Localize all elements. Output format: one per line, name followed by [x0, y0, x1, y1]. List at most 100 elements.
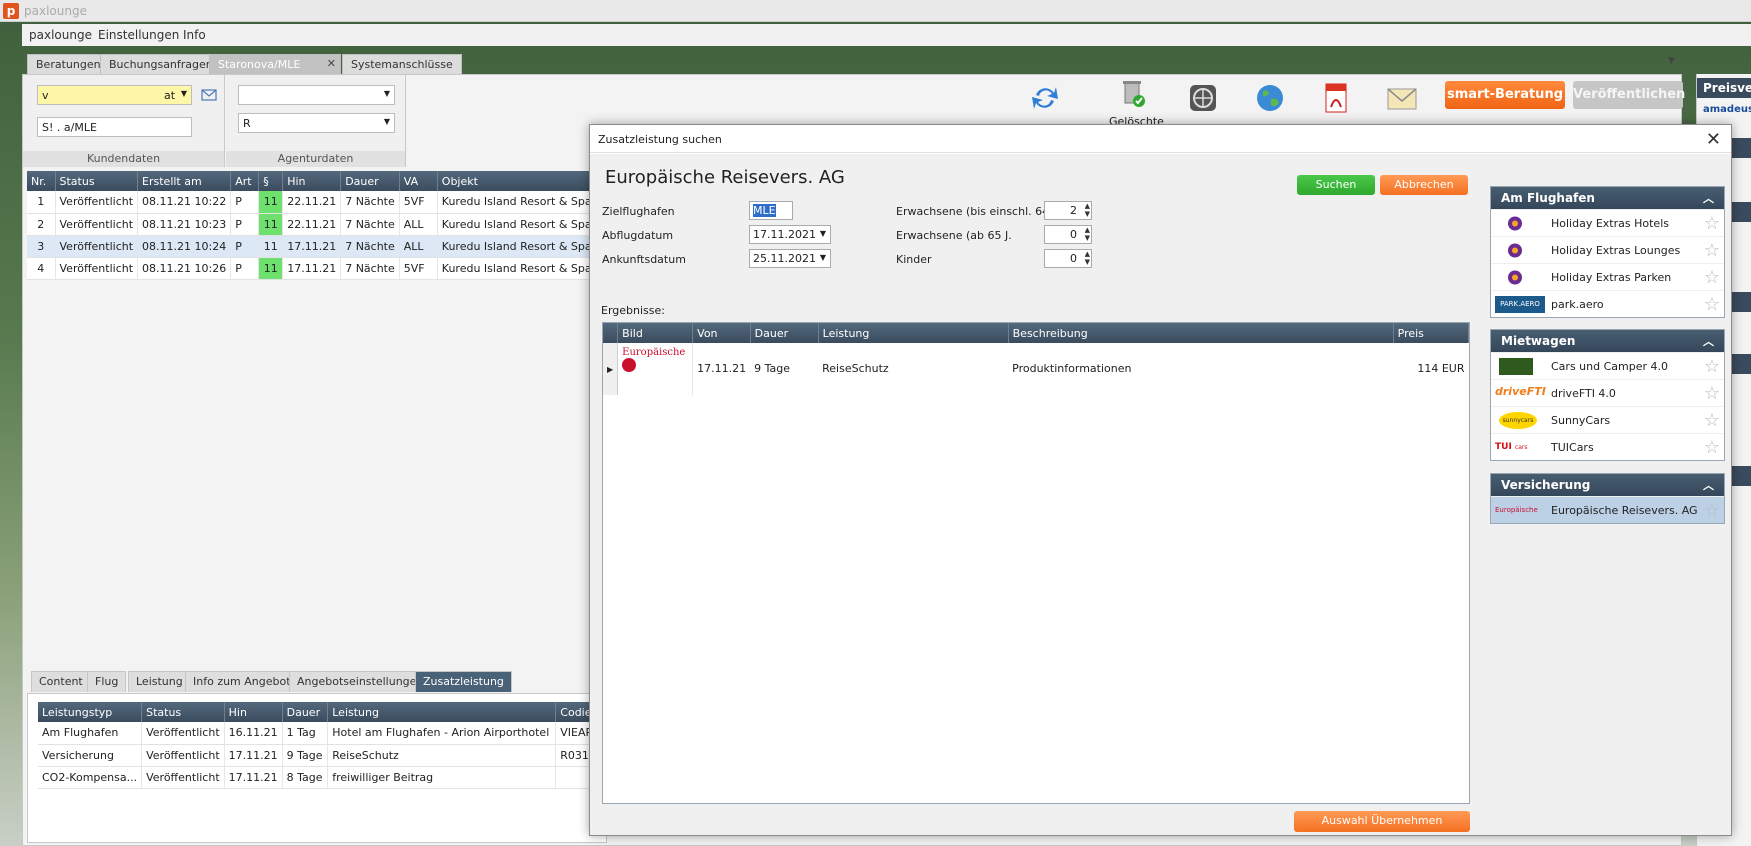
table-cell: 7 Nächte	[340, 213, 400, 236]
tab-buchungsanfragen[interactable]: Buchungsanfragen	[100, 54, 222, 74]
provider-holiday-hotels[interactable]: Holiday Extras Hotels ☆	[1491, 209, 1724, 236]
result-beschreibung[interactable]: Produktinformationen	[1008, 343, 1393, 395]
stepper-arrows-icon[interactable]: ▲ ▼	[1085, 250, 1090, 266]
recycle-bin-icon[interactable]	[1115, 77, 1149, 111]
col-b-dauer[interactable]: Dauer	[282, 702, 329, 722]
table-row[interactable]: Am Flughafen Veröffentlicht 16.11.21 1 Tag H…	[38, 722, 608, 745]
category-header[interactable]: Versicherung ︿	[1491, 474, 1724, 496]
category-header[interactable]: Mietwagen ︿	[1491, 330, 1724, 352]
table-row[interactable]: 1 Veröffentlicht 08.11.21 10:22 P 11 22.11.21…	[27, 191, 618, 214]
search-button[interactable]: Suchen	[1297, 175, 1375, 195]
star-icon[interactable]: ☆	[1704, 410, 1720, 431]
col-status[interactable]: Status	[55, 171, 139, 191]
agency-combo-2[interactable]: R ▼	[238, 113, 395, 133]
erw2-label: Erwachsene (ab 65 J.	[896, 229, 1012, 242]
provider-holiday-parken[interactable]: Holiday Extras Parken ☆	[1491, 263, 1724, 290]
erw1-stepper[interactable]: 2 ▲ ▼	[1044, 201, 1092, 220]
tab-content[interactable]: Content	[31, 671, 91, 692]
kinder-stepper[interactable]: 0 ▲ ▼	[1044, 249, 1092, 268]
col-von[interactable]: Von	[692, 323, 751, 343]
close-icon[interactable]: ✕	[1706, 129, 1721, 150]
table-row[interactable]: 2 Veröffentlicht 08.11.21 10:23 P 11 22.11.21…	[27, 213, 618, 236]
stepper-arrows-icon[interactable]: ▲ ▼	[1085, 202, 1090, 218]
provider-sunnycars[interactable]: sunnycars SunnyCars ☆	[1491, 406, 1724, 433]
col-b-status[interactable]: Status	[141, 702, 225, 722]
provider-drivefti[interactable]: driveFTI driveFTI 4.0 ☆	[1491, 379, 1724, 406]
col-dauer[interactable]: Dauer	[750, 323, 819, 343]
close-tab-icon[interactable]: ✕	[327, 57, 336, 70]
tab-zusatzleistung[interactable]: Zusatzleistung	[415, 671, 512, 692]
apply-selection-button[interactable]: Auswahl Übernehmen	[1294, 811, 1470, 832]
mail-icon[interactable]	[201, 89, 217, 101]
pdf-icon[interactable]	[1319, 81, 1353, 115]
table-row[interactable]: 3 Veröffentlicht 08.11.21 10:24 P 11 17.11.21…	[27, 235, 618, 258]
erw2-stepper[interactable]: 0 ▲ ▼	[1044, 225, 1092, 244]
col-va[interactable]: VA	[399, 171, 438, 191]
tab-angebotseinstellungen[interactable]: Angebotseinstellungen	[289, 671, 432, 692]
menu-paxlounge[interactable]: paxlounge	[29, 28, 92, 42]
stepper-arrows-icon[interactable]: ▲ ▼	[1085, 226, 1090, 242]
provider-europaeische[interactable]: Europäische Europäische Reisevers. AG ☆	[1491, 496, 1724, 523]
tab-beratungen[interactable]: Beratungen	[27, 54, 110, 74]
tab-flug[interactable]: Flug	[87, 671, 127, 692]
provider-cars-camper[interactable]: Cars und Camper 4.0 ☆	[1491, 352, 1724, 379]
star-icon[interactable]: ☆	[1704, 500, 1720, 521]
publish-button[interactable]: Veröffentlichen	[1573, 81, 1685, 109]
provider-holiday-lounges[interactable]: Holiday Extras Lounges ☆	[1491, 236, 1724, 263]
refresh-icon[interactable]	[1028, 81, 1062, 115]
tab-systemanschluesse[interactable]: Systemanschlüsse	[342, 54, 462, 74]
tab-info-angebot[interactable]: Info zum Angebot	[185, 671, 299, 692]
table-row[interactable]: CO2-Kompensa... Veröffentlicht 17.11.21 8 T…	[38, 766, 608, 789]
row-pointer-icon[interactable]: ▶	[603, 343, 619, 395]
star-icon[interactable]: ☆	[1704, 213, 1720, 234]
agency-combo-1[interactable]: ▼	[238, 85, 395, 105]
abflug-date[interactable]: 17.11.2021 ▼	[749, 225, 831, 244]
table-cell: Veröffentlicht	[141, 766, 225, 789]
result-row[interactable]: ▶ Europäische 17.11.21 9 Tage ReiseSchut…	[603, 343, 1469, 395]
col-art[interactable]: Art	[230, 171, 260, 191]
globe-grid-icon[interactable]	[1186, 81, 1220, 115]
customer-ref-input[interactable]: S! . a/MLE	[37, 117, 192, 137]
col-nr[interactable]: Nr.	[27, 171, 56, 191]
chevron-up-icon[interactable]: ︿	[1703, 477, 1714, 493]
star-icon[interactable]: ☆	[1704, 383, 1720, 404]
star-icon[interactable]: ☆	[1704, 267, 1720, 288]
col-bild[interactable]: Bild	[617, 323, 694, 343]
ankunft-date[interactable]: 25.11.2021 ▼	[749, 249, 831, 268]
star-icon[interactable]: ☆	[1704, 356, 1720, 377]
chevron-down-icon: ▼	[819, 229, 826, 238]
col-b-leistung[interactable]: Leistung	[327, 702, 557, 722]
cancel-button[interactable]: Abbrechen	[1380, 175, 1468, 195]
envelope-icon[interactable]	[1385, 81, 1419, 115]
provider-park-aero[interactable]: PARK.AERO park.aero ☆	[1491, 290, 1724, 317]
col-leistung[interactable]: Leistung	[818, 323, 1009, 343]
tab-leistung[interactable]: Leistung	[128, 671, 191, 692]
col-preis[interactable]: Preis	[1393, 323, 1470, 343]
menu-info[interactable]: Info	[183, 28, 206, 42]
table-row[interactable]: Versicherung Veröffentlicht 17.11.21 9 Tage…	[38, 744, 608, 767]
col-leistungstyp[interactable]: Leistungstyp	[38, 702, 143, 722]
dialog-body: Europäische Reisevers. AG Suchen Abbrech…	[590, 154, 1731, 835]
provider-tuicars[interactable]: TUI cars TUICars ☆	[1491, 433, 1724, 460]
table-row[interactable]: 4 Veröffentlicht 08.11.21 10:26 P 11 17.11.21…	[27, 257, 618, 280]
chevron-down-icon[interactable]: ▼	[1668, 56, 1675, 66]
world-icon[interactable]	[1253, 81, 1287, 115]
chevron-up-icon[interactable]: ︿	[1703, 190, 1714, 206]
col-dauer[interactable]: Dauer	[340, 171, 400, 191]
menu-einstellungen[interactable]: Einstellungen	[98, 28, 179, 42]
col-hin[interactable]: Hin	[282, 171, 342, 191]
ziel-input[interactable]: MLE	[749, 201, 793, 220]
star-icon[interactable]: ☆	[1704, 240, 1720, 261]
customer-combo[interactable]: v at ▼	[37, 85, 192, 105]
tab-staronova[interactable]: Staronova/MLE ✕	[209, 54, 341, 74]
star-icon[interactable]: ☆	[1704, 294, 1720, 315]
chevron-up-icon[interactable]: ︿	[1703, 333, 1714, 349]
smart-beratung-button[interactable]: smart-Beratung	[1445, 81, 1565, 109]
category-header[interactable]: Am Flughafen ︿	[1491, 187, 1724, 209]
col-beschreibung[interactable]: Beschreibung	[1008, 323, 1394, 343]
col-b-hin[interactable]: Hin	[224, 702, 283, 722]
star-icon[interactable]: ☆	[1704, 437, 1720, 458]
col-paragraph[interactable]: §	[258, 171, 284, 191]
col-erstellt[interactable]: Erstellt am	[137, 171, 232, 191]
provider-label: driveFTI 4.0	[1551, 387, 1616, 400]
